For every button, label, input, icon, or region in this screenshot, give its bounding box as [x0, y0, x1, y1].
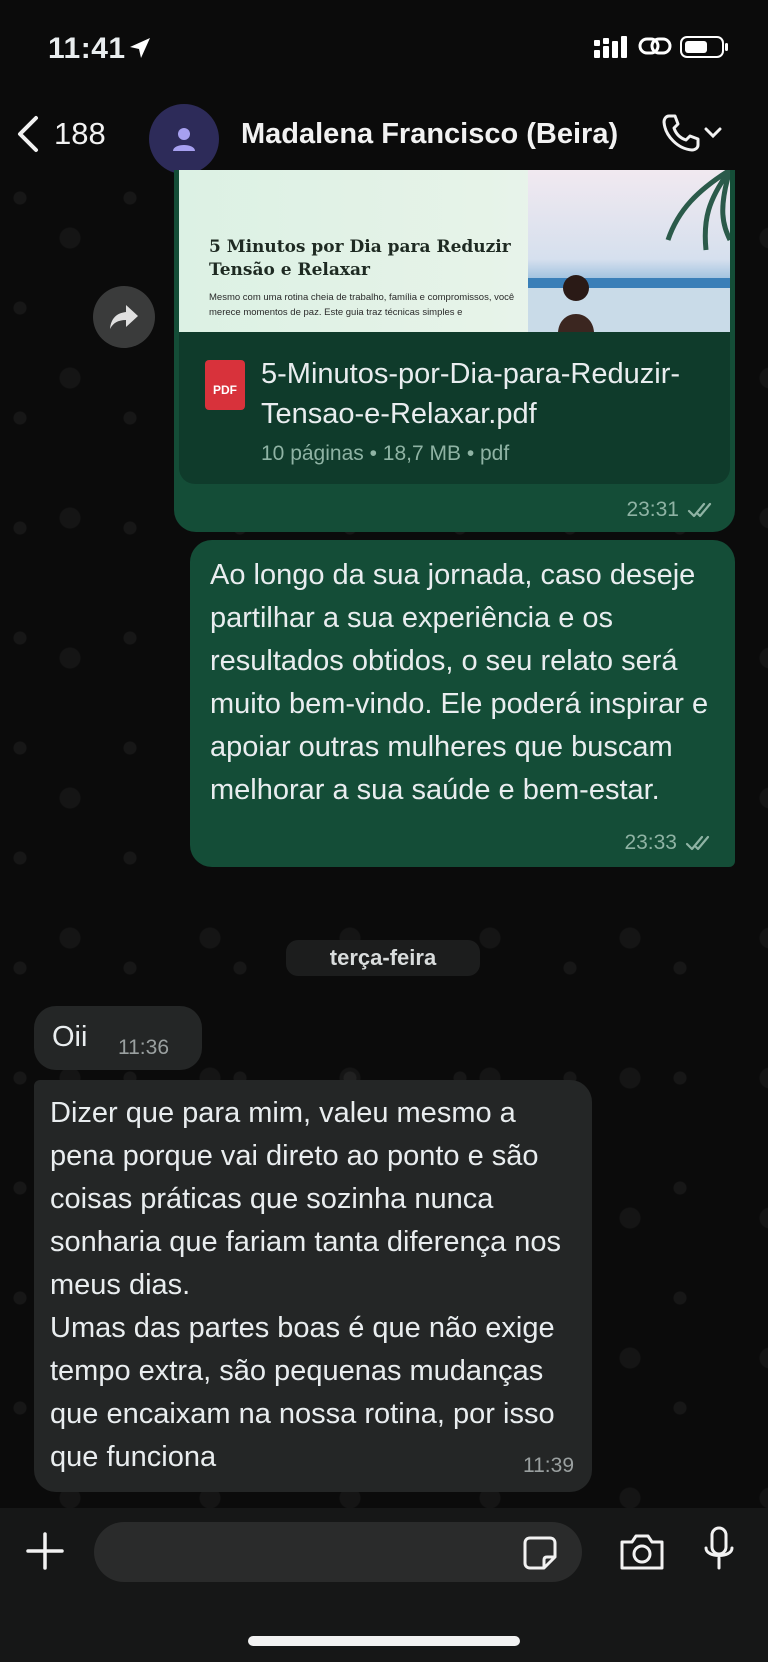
signal-icon: [594, 36, 627, 58]
double-check-icon: [687, 502, 712, 518]
document-card[interactable]: 5 Minutos por Dia para Reduzir Tensão e …: [179, 170, 730, 484]
location-arrow-icon: [130, 38, 150, 58]
call-button[interactable]: [660, 112, 724, 154]
chevron-left-icon: [18, 116, 38, 152]
incoming-message[interactable]: Dizer que para mim, valeu mesmo a pena p…: [34, 1080, 592, 1492]
message-timestamp: 23:33: [624, 831, 715, 855]
chevron-down-icon: [704, 127, 722, 139]
home-indicator: [248, 1636, 520, 1646]
plus-icon[interactable]: [24, 1530, 66, 1572]
timestamp-text: 23:31: [626, 498, 679, 521]
forward-button[interactable]: [93, 286, 155, 348]
contact-name[interactable]: Madalena Francisco (Beira): [241, 118, 618, 151]
document-info: PDF 5-Minutos-por-Dia-para-Reduzir-Tensa…: [179, 332, 730, 484]
camera-icon[interactable]: [618, 1532, 666, 1572]
preview-text: Mesmo com uma rotina cheia de trabalho, …: [209, 292, 515, 318]
message-timestamp: 11:39: [523, 1454, 574, 1477]
timestamp-text: 23:33: [624, 831, 677, 854]
message-timestamp: 11:36: [118, 1036, 169, 1059]
document-message[interactable]: 5 Minutos por Dia para Reduzir Tensão e …: [174, 170, 735, 532]
unread-count: 188: [54, 116, 106, 151]
phone-icon: [662, 114, 700, 152]
incoming-message[interactable]: Oii 11:36: [34, 1006, 202, 1070]
status-time: 11:41: [48, 32, 126, 65]
preview-title: 5 Minutos por Dia para Reduzir Tensão e …: [209, 237, 511, 280]
chat-header: 188 Madalena Francisco (Beira): [0, 96, 768, 178]
double-check-icon: [685, 835, 710, 851]
sticker-icon[interactable]: [522, 1535, 558, 1571]
personal-hotspot-icon: [638, 37, 672, 55]
input-bar: [0, 1508, 768, 1662]
avatar[interactable]: [149, 104, 219, 174]
message-text: Ao longo da sua jornada, caso deseje par…: [210, 559, 717, 806]
message-input[interactable]: [94, 1522, 582, 1582]
document-filename: 5-Minutos-por-Dia-para-Reduzir-Tensao-e-…: [261, 358, 681, 430]
message-text: Oii: [52, 1021, 88, 1053]
person-icon: [173, 128, 195, 151]
message-timestamp: 23:31: [626, 498, 717, 522]
forward-arrow-icon: [110, 305, 138, 329]
document-meta: 10 páginas • 18,7 MB • pdf: [261, 442, 510, 465]
document-preview: 5 Minutos por Dia para Reduzir Tensão e …: [179, 170, 730, 332]
microphone-icon[interactable]: [702, 1526, 736, 1574]
message-text: Dizer que para mim, valeu mesmo a pena p…: [50, 1097, 562, 1473]
battery-icon: [680, 36, 728, 58]
beach-image: [528, 170, 730, 332]
day-separator: terça-feira: [286, 940, 480, 976]
back-button[interactable]: 188: [14, 110, 106, 158]
status-bar: 11:41: [0, 0, 768, 96]
pdf-file-icon: PDF: [205, 360, 245, 410]
outgoing-message[interactable]: Ao longo da sua jornada, caso deseje par…: [190, 540, 735, 867]
